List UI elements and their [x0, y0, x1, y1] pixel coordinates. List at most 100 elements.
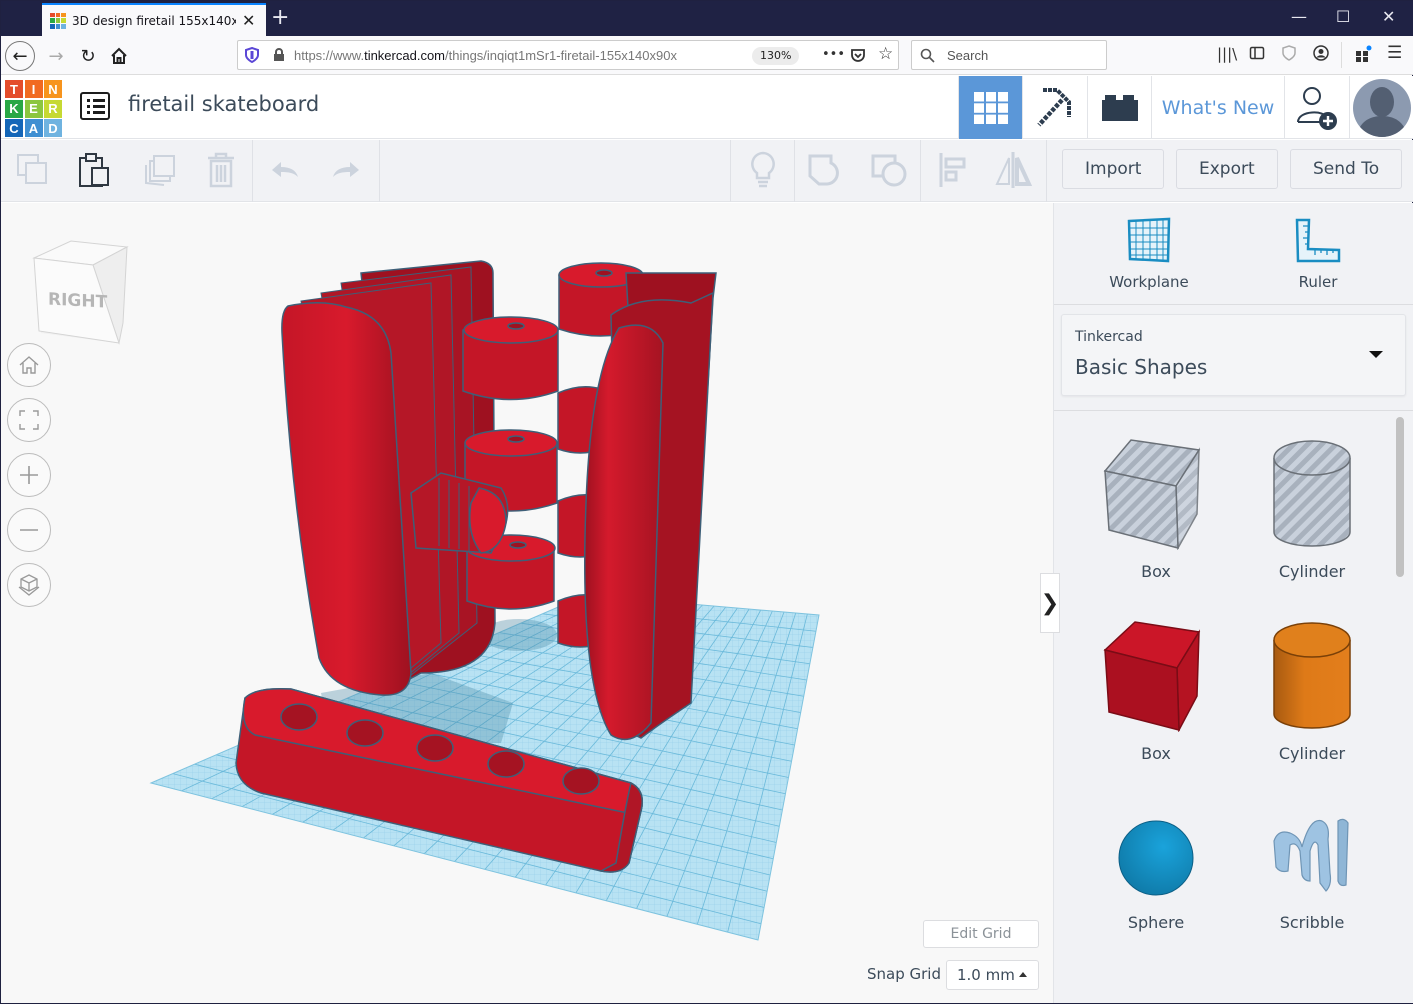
- minus-icon: [20, 529, 38, 531]
- collapse-panel-button[interactable]: ❯: [1040, 573, 1060, 633]
- undo-button[interactable]: [265, 150, 305, 190]
- shapes-scrollbar[interactable]: [1396, 417, 1404, 577]
- account-icon[interactable]: [1313, 45, 1329, 61]
- plus-icon: [20, 466, 38, 484]
- bearing-spacer-model[interactable]: [462, 316, 559, 610]
- logo-letter: R: [44, 99, 62, 118]
- bookmark-star-icon[interactable]: ☆: [878, 44, 893, 64]
- tinkercad-logo[interactable]: T I N K E R C A D: [5, 80, 62, 137]
- deck-hole: [280, 703, 318, 731]
- library-source-label: Tinkercad: [1075, 329, 1143, 345]
- shape-label: Cylinder: [1278, 744, 1346, 763]
- shape-box-hole[interactable]: Box: [1078, 436, 1234, 581]
- ruler-tool[interactable]: Ruler: [1258, 217, 1378, 291]
- page-actions-icon[interactable]: •••: [822, 47, 845, 62]
- shape-cylinder-hole[interactable]: Cylinder: [1234, 436, 1390, 581]
- shape-sphere[interactable]: Sphere: [1078, 811, 1234, 932]
- forward-button[interactable]: →: [41, 41, 71, 71]
- toolbar-divider: [1046, 140, 1047, 202]
- duplicate-icon: [145, 155, 175, 186]
- 3d-scene[interactable]: [1, 203, 1053, 1003]
- maximize-button[interactable]: ☐: [1336, 7, 1350, 26]
- zoom-out-button[interactable]: [7, 508, 51, 552]
- home-view-button[interactable]: [7, 343, 51, 387]
- home-button[interactable]: [104, 41, 134, 71]
- align-button[interactable]: [933, 150, 973, 190]
- mirror-icon: [995, 152, 1033, 188]
- shape-box[interactable]: Box: [1078, 618, 1234, 763]
- zoom-in-button[interactable]: [7, 453, 51, 497]
- toolbar-divider: [920, 140, 921, 202]
- home-icon: [111, 47, 127, 64]
- box-icon: [1103, 621, 1201, 733]
- deck-hole: [416, 734, 454, 762]
- library-icon[interactable]: |||\: [1217, 45, 1237, 63]
- copy-button[interactable]: [13, 150, 53, 190]
- logo-letter: K: [5, 99, 23, 118]
- shape-scribble[interactable]: Scribble: [1234, 811, 1390, 932]
- undo-icon: [272, 162, 298, 177]
- add-user-icon: [1297, 86, 1337, 130]
- minimize-button[interactable]: —: [1291, 7, 1307, 26]
- tracking-shield-icon[interactable]: [244, 47, 260, 63]
- back-button[interactable]: ←: [5, 41, 35, 71]
- zoom-level-badge[interactable]: 130%: [752, 47, 800, 65]
- address-bar[interactable]: https://www.tinkercad.com/things/inqiqt1…: [237, 40, 899, 70]
- whats-new-link[interactable]: What's New: [1151, 76, 1284, 139]
- shield-extension-icon[interactable]: [1281, 45, 1297, 61]
- title-bar: 3D design firetail 155x140x90X1 ✕ + — ☐ …: [1, 1, 1413, 36]
- logo-letter: C: [5, 119, 23, 137]
- group-button[interactable]: [806, 150, 846, 190]
- delete-button[interactable]: [201, 150, 241, 190]
- user-avatar[interactable]: [1349, 76, 1413, 139]
- url-text[interactable]: https://www.tinkercad.com/things/inqiqt1…: [294, 48, 714, 63]
- extensions-icon[interactable]: [1354, 45, 1372, 63]
- redo-button[interactable]: [326, 150, 366, 190]
- shape-label: Sphere: [1127, 913, 1185, 932]
- sidebar-icon[interactable]: [1249, 45, 1265, 61]
- design-list-button[interactable]: [80, 92, 110, 120]
- new-tab-button[interactable]: +: [271, 5, 289, 30]
- lock-icon[interactable]: [272, 48, 286, 62]
- bricks-view-button[interactable]: [1087, 76, 1151, 139]
- 3d-viewport[interactable]: RIGHT Edit Grid Snap Grid 1.0 mm: [1, 203, 1053, 1003]
- mirror-button[interactable]: [993, 150, 1033, 190]
- search-placeholder: Search: [947, 47, 989, 63]
- workplane-icon: [1127, 217, 1171, 263]
- snap-grid-select[interactable]: 1.0 mm: [946, 960, 1039, 990]
- shape-library-dropdown[interactable]: Tinkercad Basic Shapes: [1061, 314, 1406, 396]
- shapes-panel: Workplane Ruler Tinkercad Basic Shapes B…: [1053, 203, 1413, 1003]
- workplane-tool[interactable]: Workplane: [1089, 217, 1209, 291]
- edit-grid-button[interactable]: Edit Grid: [923, 920, 1039, 948]
- deck-hole: [487, 750, 525, 778]
- export-button[interactable]: Export: [1176, 149, 1278, 189]
- tab-close-icon[interactable]: ✕: [242, 11, 255, 30]
- reload-icon: ↻: [80, 45, 96, 67]
- notes-button[interactable]: [743, 150, 783, 190]
- blocks-view-button[interactable]: [1022, 76, 1087, 139]
- design-title[interactable]: firetail skateboard: [128, 92, 319, 116]
- fit-view-button[interactable]: [7, 398, 51, 442]
- send-to-button[interactable]: Send To: [1290, 149, 1403, 189]
- ungroup-button[interactable]: [869, 150, 909, 190]
- shape-cylinder[interactable]: Cylinder: [1234, 618, 1390, 763]
- projection-toggle-button[interactable]: [7, 563, 51, 607]
- group-icon: [808, 154, 839, 186]
- import-button[interactable]: Import: [1062, 149, 1165, 189]
- logo-letter: D: [44, 119, 62, 137]
- hamburger-menu-icon[interactable]: ☰: [1387, 43, 1402, 63]
- browser-tab[interactable]: 3D design firetail 155x140x90X1 ✕: [42, 3, 266, 36]
- close-window-button[interactable]: ✕: [1382, 7, 1395, 26]
- invite-user-button[interactable]: [1284, 76, 1349, 139]
- 3d-design-view-button[interactable]: [958, 76, 1022, 139]
- logo-letter: E: [24, 99, 43, 118]
- pocket-icon[interactable]: [850, 47, 866, 63]
- search-input[interactable]: Search: [911, 40, 1107, 70]
- duplicate-button[interactable]: [139, 150, 179, 190]
- reload-button[interactable]: ↻: [73, 41, 103, 71]
- library-name: Basic Shapes: [1075, 355, 1208, 379]
- view-cube[interactable]: RIGHT: [31, 233, 131, 352]
- paste-button[interactable]: [74, 150, 114, 190]
- panel-tools: Workplane Ruler: [1054, 203, 1413, 305]
- view-cube-right-face[interactable]: RIGHT: [48, 289, 107, 312]
